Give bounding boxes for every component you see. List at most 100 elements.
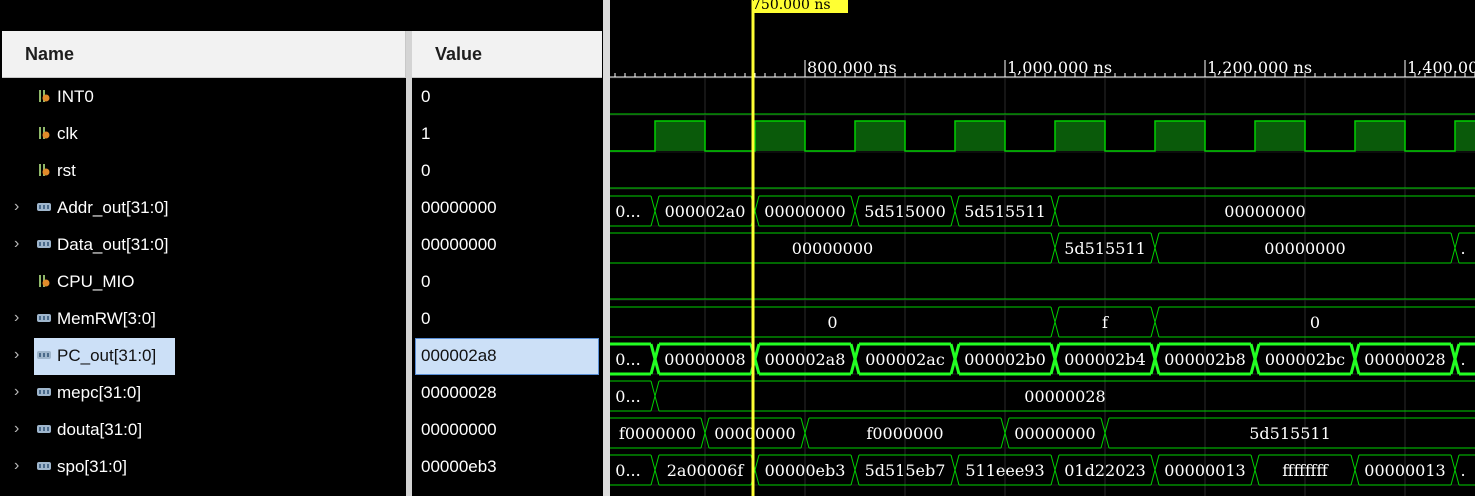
spo-bus-value: 00000eb3 [765,461,846,480]
chevron-right-icon[interactable]: › [14,197,28,217]
signal-value: 000002a8 [421,346,497,365]
douta-bus-value: 00000000 [714,424,795,443]
bus-signal-icon [36,236,52,252]
mepc-bus-value: 0... [615,387,640,406]
Data_out-bus-value: 5d515511 [1064,239,1146,258]
signal-name: rst [57,161,76,180]
chevron-right-icon[interactable]: › [14,345,28,365]
signal-name: mepc[31:0] [57,383,142,402]
Data_out-bus-value: 00000000 [792,239,873,258]
ruler-tick-label: 1,000.000 ns [1007,58,1112,77]
signal-row[interactable]: › Addr_out[31:0] 00000000 [0,189,603,226]
signal-name: spo[31:0] [57,457,127,476]
MemRW-bus-value: f [1102,313,1109,332]
clk-high-fill [1355,121,1405,151]
douta-bus-value: 5d515511 [1249,424,1331,443]
bit-signal-icon [36,88,52,104]
signal-value: 1 [421,124,431,143]
bit-signal-icon [36,273,52,289]
signal-name: MemRW[3:0] [57,309,156,328]
signal-row[interactable]: › PC_out[31:0] 000002a8 [0,337,603,375]
signal-value: 0 [421,309,431,328]
signal-value: 00000eb3 [421,457,497,476]
clk-high-fill [1155,121,1205,151]
Addr_out-bus-value: 5d515511 [964,202,1046,221]
chevron-right-icon[interactable]: › [14,456,28,476]
clk-wave [610,120,1475,152]
Data_out-bus-value: 00000000 [1264,239,1345,258]
bus-signal-icon [36,421,52,437]
PC_out-bus-value: 000002a8 [765,350,846,369]
spo-bus-value: 2a00006f [667,461,745,480]
bus-signal-icon [36,199,52,215]
signal-name: INT0 [57,87,94,106]
signal-row[interactable]: clk 1 [0,115,603,152]
waveform-panel[interactable]: 800.000 ns 1,000.000 ns 1,200.000 ns 1,400.… [610,0,1475,496]
signal-value: 00000000 [421,235,497,254]
Addr_out-bus-value: 0... [615,202,640,221]
cursor-time-label[interactable]: 750.000 ns [752,0,848,13]
PC_out-bus-value: 000002b8 [1164,350,1246,369]
spo-bus-value: 5d515eb7 [865,461,946,480]
signal-name: clk [57,124,78,143]
bit-signal-icon [36,162,52,178]
signal-name: PC_out[31:0] [57,346,157,365]
signal-value: 0 [421,87,431,106]
waveform-canvas[interactable]: 800.000 ns 1,000.000 ns 1,200.000 ns 1,400.… [610,0,1475,496]
Addr_out-bus-value: 00000000 [1224,202,1305,221]
bus-signal-icon [36,310,52,326]
Addr_out-bus-value: 00000000 [764,202,845,221]
bus-signal-icon [36,384,52,400]
clk-high-fill [955,121,1005,151]
chevron-right-icon[interactable]: › [14,234,28,254]
PC_out-bus-value: 0... [615,350,640,369]
signal-row[interactable]: › Data_out[31:0] 00000000 [0,226,603,263]
ruler-tick-label: 1,200.000 ns [1207,58,1312,77]
bit-signal-icon [36,125,52,141]
bus-signal-icon [36,347,52,363]
MemRW-bus-value: 0 [827,313,837,332]
Data_out-bus-value: . [1460,239,1465,258]
panel-splitter[interactable] [603,0,610,496]
clk-high-fill [1255,121,1305,151]
clk-high-fill [1055,121,1105,151]
clk-high-fill [855,121,905,151]
bus-signal-icon [36,458,52,474]
PC_out-bus-value: 00000028 [1364,350,1445,369]
PC_out-bus-value: 000002ac [865,350,945,369]
signal-row[interactable]: INT0 0 [0,78,603,115]
signal-row[interactable]: › spo[31:0] 00000eb3 [0,448,603,485]
signal-name: douta[31:0] [57,420,143,439]
signal-row[interactable]: › mepc[31:0] 00000028 [0,374,603,411]
signal-row[interactable]: rst 0 [0,152,603,189]
spo-bus-value: ffffffff [1282,461,1329,480]
signal-value: 0 [421,272,431,291]
mepc-bus-value: 00000028 [1024,387,1105,406]
douta-bus-value: 00000000 [1014,424,1095,443]
signal-value: 00000028 [421,383,497,402]
PC_out-bus-value: 000002b4 [1064,350,1146,369]
PC_out-bus-value: 000002b0 [964,350,1046,369]
signal-row[interactable]: › MemRW[3:0] 0 [0,300,603,337]
MemRW-bus-value: 0 [1310,313,1320,332]
signal-name: CPU_MIO [57,272,135,291]
chevron-right-icon[interactable]: › [14,419,28,439]
signal-row[interactable]: CPU_MIO 0 [0,263,603,300]
chevron-right-icon[interactable]: › [14,382,28,402]
spo-bus-value: 00000013 [1364,461,1445,480]
signal-value: 00000000 [421,420,497,439]
signal-name: Data_out[31:0] [57,235,169,254]
douta-bus-value: f0000000 [619,424,696,443]
clk-high-fill [655,121,705,151]
chevron-right-icon[interactable]: › [14,308,28,328]
signal-row[interactable]: › douta[31:0] 00000000 [0,411,603,448]
value-column-header[interactable]: Value [412,31,602,78]
Addr_out-bus-value: 5d515000 [864,202,946,221]
spo-bus-value: 0... [615,461,640,480]
name-column-header[interactable]: Name [2,31,406,78]
signal-value: 0 [421,161,431,180]
clk-high-fill [1455,121,1475,151]
spo-bus-value: 00000013 [1164,461,1245,480]
spo-bus-value: . [1460,461,1465,480]
ruler-tick-label: 800.000 ns [807,58,897,77]
